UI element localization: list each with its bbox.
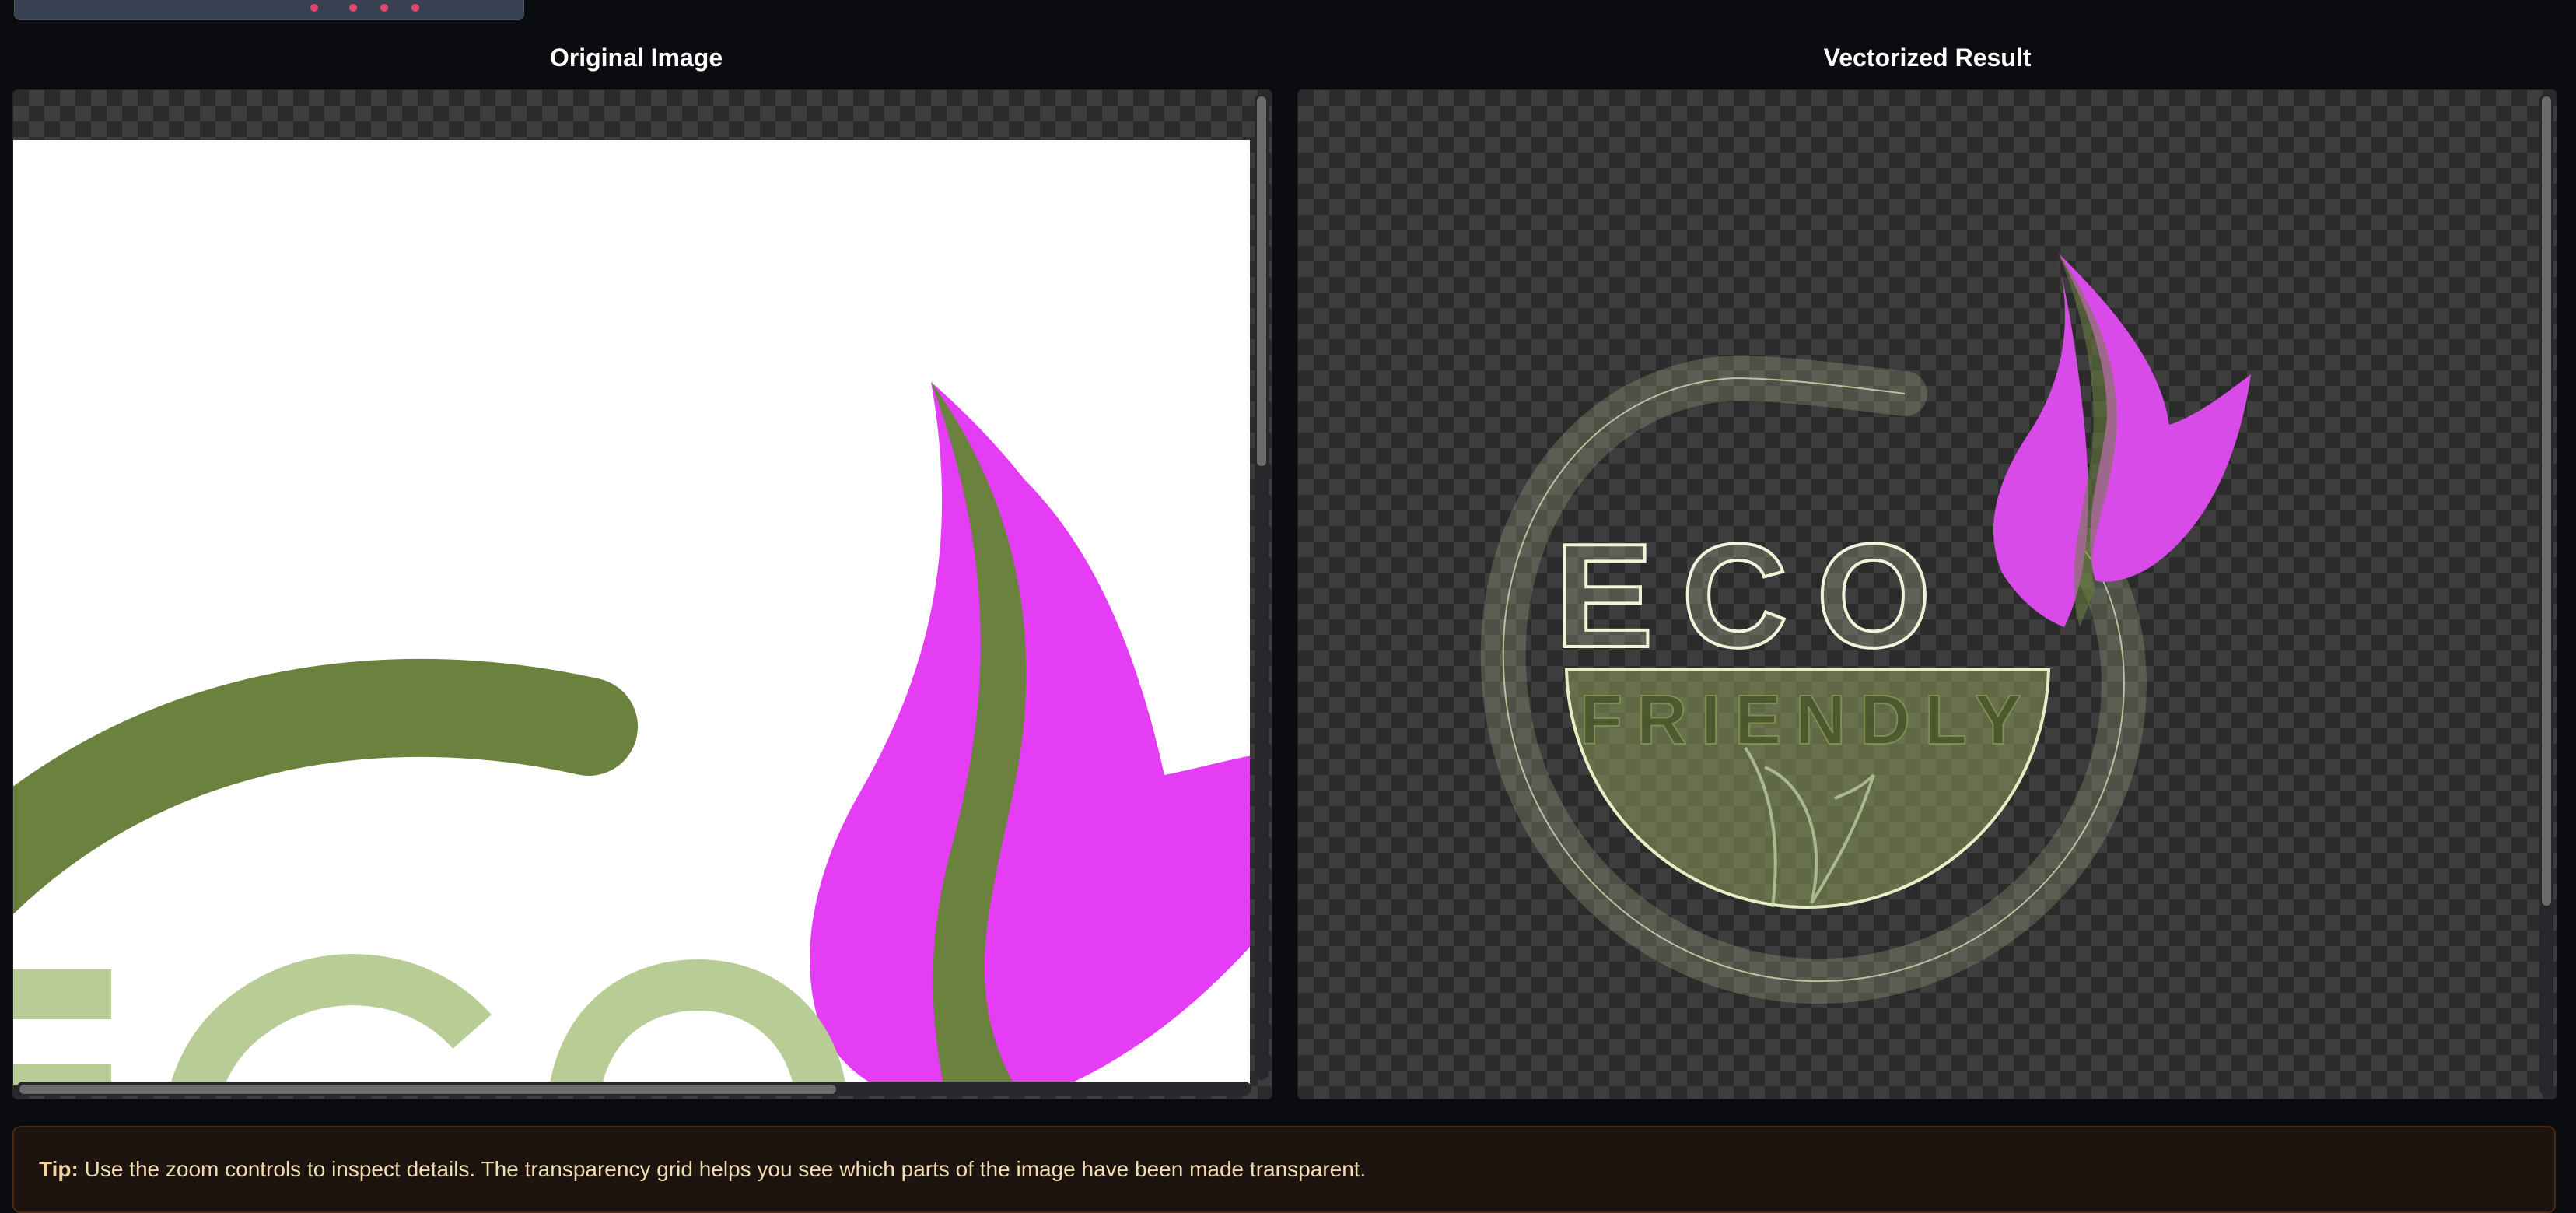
- original-image-viewer[interactable]: [12, 89, 1272, 1099]
- vectorized-result-viewer[interactable]: ECO FRIENDLY: [1297, 89, 2557, 1099]
- magenta-leaf-left: [1993, 254, 2088, 627]
- vectorized-image-canvas: ECO FRIENDLY: [1480, 254, 2251, 1004]
- original-image-canvas: [13, 140, 1250, 1085]
- vectorized-panel-title: Vectorized Result: [1823, 44, 2032, 72]
- logo-word-eco: ECO: [1555, 514, 1959, 678]
- horizontal-scroll-thumb[interactable]: [19, 1085, 836, 1094]
- tip-text: Use the zoom controls to inspect details…: [84, 1157, 1367, 1181]
- status-dot-icon: [310, 4, 318, 12]
- original-panel-title: Original Image: [549, 44, 723, 72]
- tip-banner: Tip: Use the zoom controls to inspect de…: [12, 1126, 2556, 1213]
- original-horizontal-scrollbar[interactable]: [16, 1082, 1251, 1096]
- vertical-scroll-thumb[interactable]: [2542, 96, 2551, 906]
- vertical-scroll-thumb[interactable]: [1257, 96, 1266, 466]
- original-vertical-scrollbar[interactable]: [1255, 93, 1269, 1080]
- tip-label: Tip:: [39, 1157, 79, 1181]
- logo-word-friendly: FRIENDLY: [1580, 682, 2035, 759]
- status-dot-icon: [380, 4, 388, 12]
- vectorized-vertical-scrollbar[interactable]: [2539, 93, 2553, 1096]
- top-toolbar-control[interactable]: [14, 0, 524, 20]
- status-dot-icon: [411, 4, 419, 12]
- letter-e-fragment: [13, 969, 111, 1019]
- status-dot-icon: [349, 4, 357, 12]
